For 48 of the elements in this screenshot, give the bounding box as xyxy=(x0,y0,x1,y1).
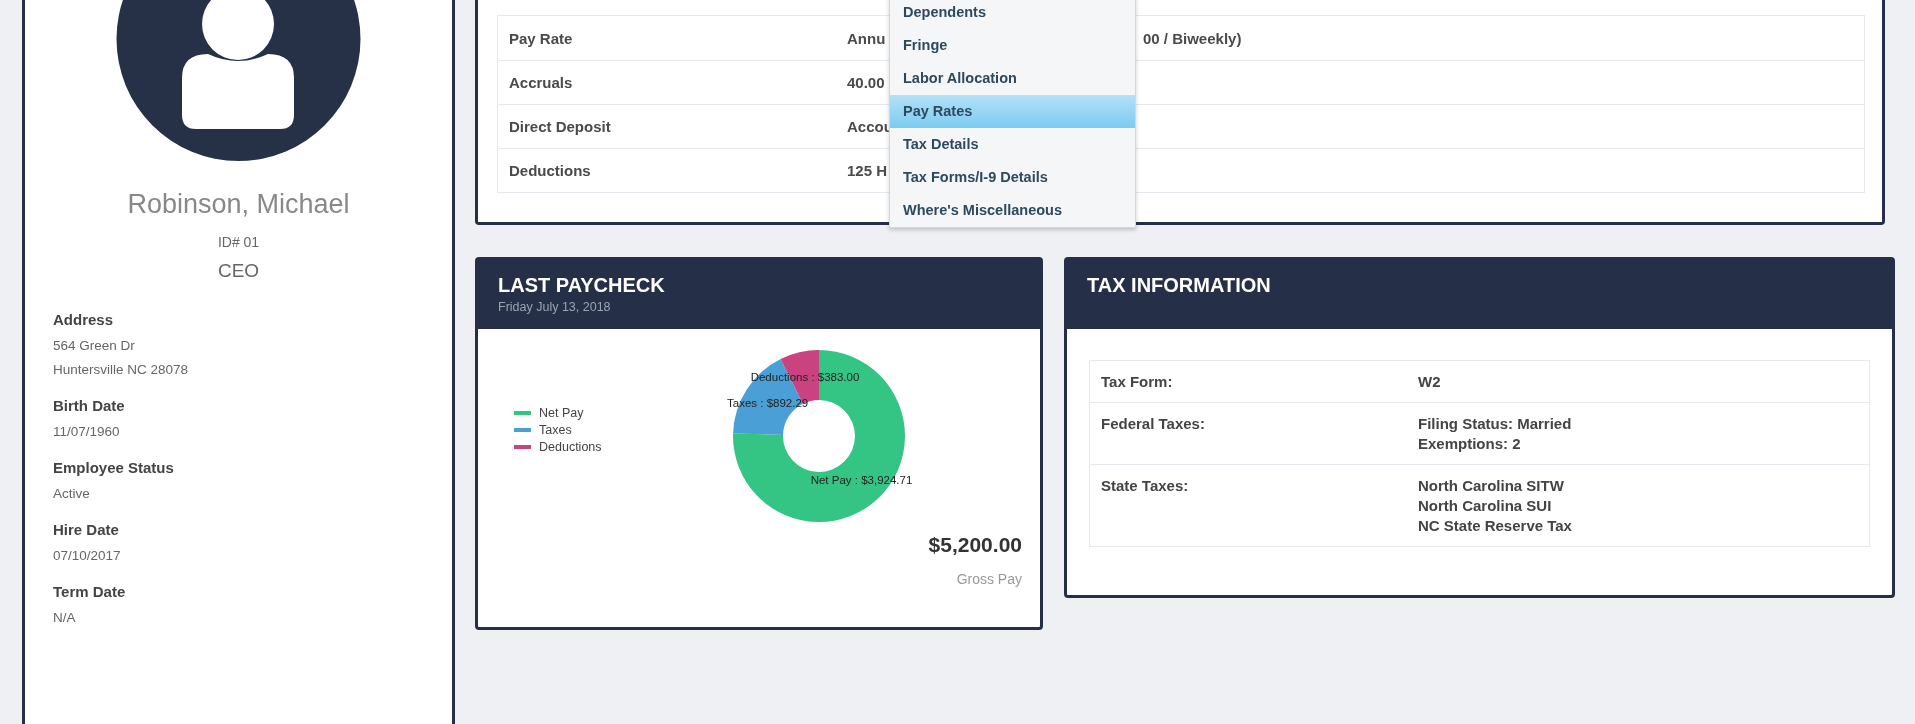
row-value: Exemptions: 2 xyxy=(1418,435,1522,452)
field-label: Hire Date xyxy=(53,521,120,538)
employee-name: Robinson, Michael xyxy=(127,189,350,220)
field-label: Employee Status xyxy=(53,459,175,476)
row-value: 125 H xyxy=(847,162,888,179)
legend-item: Net Pay xyxy=(514,406,584,420)
row-value: North Carolina SUI xyxy=(1418,497,1553,514)
menu-item[interactable]: Tax Details xyxy=(890,128,1135,161)
field-value: 11/07/1960 xyxy=(53,423,121,441)
field-label: Term Date xyxy=(53,583,127,600)
row-value: 00 / Biweekly) xyxy=(1143,29,1242,47)
row-value: NC State Reserve Tax xyxy=(1418,517,1572,534)
field-value: Active xyxy=(53,485,91,503)
legend-label: Taxes xyxy=(539,423,572,437)
row-label: Federal Taxes: xyxy=(1101,415,1206,434)
gross-amount: $5,200.00 xyxy=(928,533,1022,557)
legend-label: Net Pay xyxy=(539,406,585,420)
row-label: Direct Deposit xyxy=(508,118,612,135)
menu-item[interactable]: Fringe xyxy=(890,29,1135,62)
field-value: 07/10/2017 xyxy=(53,547,122,565)
menu-item[interactable]: Dependents xyxy=(890,0,1135,29)
card-title: LAST PAYCHECK xyxy=(498,274,666,297)
row-label: State Taxes: xyxy=(1101,477,1190,496)
field-value: N/A xyxy=(53,609,77,627)
employee-id: ID# 01 xyxy=(217,234,260,250)
row-label: Tax Form: xyxy=(1101,373,1174,390)
menu-item[interactable]: Pay Rates xyxy=(890,95,1135,128)
legend-item: Taxes xyxy=(514,423,572,437)
row-value: North Carolina SITW xyxy=(1418,477,1565,494)
row-label: Accruals xyxy=(508,74,574,91)
menu-item[interactable]: Labor Allocation xyxy=(890,62,1135,95)
row-value: W2 xyxy=(1418,373,1441,390)
field-value: 564 Green Dr Huntersville NC 28078 xyxy=(53,337,190,379)
row-label: Pay Rate xyxy=(508,29,574,47)
menu-item[interactable]: Where's Miscellaneous xyxy=(890,194,1135,227)
legend-label: Deductions xyxy=(539,440,602,454)
row-value: Annu xyxy=(847,29,886,47)
field-label: Address xyxy=(53,311,115,328)
job-title: CEO xyxy=(217,260,260,282)
card-title: TAX INFORMATION xyxy=(1087,274,1272,297)
row-label: Deductions xyxy=(508,162,592,179)
paycheck-date: Friday July 13, 2018 xyxy=(498,300,612,314)
menu-item[interactable]: Tax Forms/I-9 Details xyxy=(890,161,1135,194)
row-value: 40.00 xyxy=(847,74,885,91)
row-value: Filing Status: Married xyxy=(1418,415,1572,432)
field-label: Birth Date xyxy=(53,397,126,414)
gross-label: Gross Pay xyxy=(956,571,1022,587)
legend-item: Deductions xyxy=(514,440,602,454)
